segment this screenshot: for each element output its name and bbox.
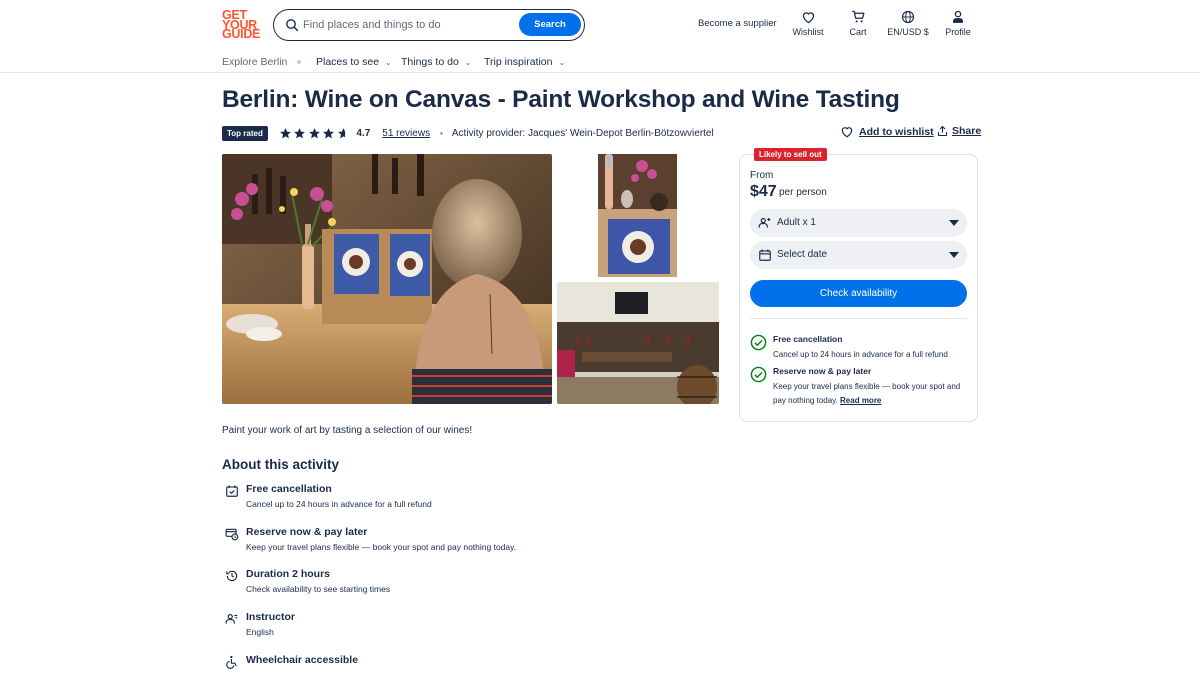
gallery-photo-wine-painting[interactable] [557, 154, 719, 277]
wine-shop-photo [557, 282, 719, 404]
perk-title: Free cancellation [773, 334, 843, 344]
likely-to-sell-out-badge: Likely to sell out [754, 148, 827, 161]
wishlist-label: Wishlist [792, 27, 824, 37]
share-label: Share [952, 125, 982, 137]
become-supplier-link[interactable]: Become a supplier [698, 18, 777, 29]
check-circle-icon [750, 334, 767, 351]
feature-title: Instructor [246, 611, 296, 623]
half-star-icon [337, 127, 345, 138]
search-button[interactable]: Search [519, 13, 581, 36]
site-header: GET YOUR GUIDE Search Become a supplier … [0, 0, 1200, 48]
language-currency-label: EN/USD $ [887, 27, 929, 37]
caret-down-icon [949, 252, 959, 258]
check-circle-icon [750, 366, 767, 383]
top-rated-badge: Top rated [222, 125, 268, 141]
instructor-icon [225, 614, 238, 624]
feature-title: Free cancellation [246, 483, 332, 495]
nav-separator [297, 60, 301, 64]
nav-item-label: Things to do [401, 56, 459, 68]
feature-description: English [246, 627, 274, 637]
share-icon [937, 125, 948, 137]
nav-item-label: Trip inspiration [484, 56, 553, 68]
chevron-down-icon: ⌄ [385, 57, 392, 67]
activity-meta: Top rated 4.7 51 reviews • Activity prov… [222, 124, 714, 142]
explore-berlin-link[interactable]: Explore Berlin [222, 56, 287, 68]
chevron-down-icon: ⌄ [558, 57, 566, 67]
clock-icon [226, 570, 238, 582]
price-value: $47 [750, 183, 777, 200]
gallery-main-photo[interactable] [222, 154, 552, 404]
feature-description: Check availability to see starting times [246, 584, 391, 594]
nav-trip-inspiration[interactable]: Trip inspiration ⌄ [484, 56, 565, 68]
price-from-label: From [750, 170, 774, 181]
activity-provider[interactable]: Activity provider: Jacques' Wein-Depot B… [452, 128, 714, 139]
language-currency-nav[interactable]: EN/USD $ [886, 10, 930, 37]
caret-down-icon [949, 220, 959, 226]
cart-label: Cart [849, 27, 867, 37]
participants-icon [758, 218, 771, 228]
star-icon [308, 127, 320, 138]
nav-things-to-do[interactable]: Things to do ⌄ [401, 56, 472, 68]
perk-description: Keep your travel plans flexible — book y… [773, 380, 968, 408]
card-divider [750, 318, 967, 319]
perk-description: Cancel up to 24 hours in advance for a f… [773, 350, 948, 359]
activity-title: Berlin: Wine on Canvas - Paint Workshop … [222, 86, 900, 113]
logo[interactable]: GET YOUR GUIDE [222, 9, 261, 42]
chevron-down-icon: ⌄ [464, 57, 472, 67]
activity-tagline: Paint your work of art by tasting a sele… [222, 425, 473, 436]
globe-icon [901, 10, 915, 24]
star-icon [279, 127, 291, 138]
search-bar: Search [273, 9, 585, 41]
feature-title: Wheelchair accessible [246, 654, 359, 666]
card-clock-icon [225, 528, 239, 541]
wishlist-nav[interactable]: Wishlist [792, 10, 824, 37]
rating-stars [279, 127, 352, 140]
add-to-wishlist-label: Add to wishlist [859, 125, 934, 138]
nav-item-label: Places to see [316, 56, 380, 68]
cart-icon [851, 10, 864, 23]
painting-workshop-photo [222, 154, 552, 404]
profile-nav[interactable]: Profile [944, 10, 972, 37]
calendar-icon [759, 249, 771, 261]
star-icon [323, 127, 335, 138]
star-icon [294, 127, 306, 138]
wheelchair-icon [226, 655, 237, 669]
price-per-person: per person [779, 187, 827, 198]
cart-nav[interactable]: Cart [846, 10, 870, 37]
heart-icon [841, 127, 853, 138]
reviews-link[interactable]: 51 reviews [382, 128, 430, 139]
feature-title: Duration 2 hours [246, 568, 331, 580]
profile-label: Profile [945, 27, 971, 37]
share-button[interactable]: Share [937, 125, 981, 137]
feature-description: Cancel up to 24 hours in advance for a f… [246, 499, 432, 509]
wine-and-painting-photo [598, 154, 677, 277]
read-more-link[interactable]: Read more [840, 396, 881, 405]
participants-select[interactable]: Adult x 1 [750, 209, 967, 237]
search-input[interactable] [303, 16, 513, 34]
perk-title: Reserve now & pay later [773, 366, 872, 376]
add-to-wishlist-button[interactable]: Add to wishlist [840, 125, 934, 138]
check-availability-button[interactable]: Check availability [750, 280, 967, 307]
date-value: Select date [777, 249, 828, 260]
explore-berlin-label: Explore Berlin [222, 56, 288, 68]
about-heading: About this activity [222, 457, 340, 472]
feature-description: Keep your travel plans flexible — book y… [246, 542, 517, 552]
rating-value: 4.7 [356, 127, 371, 139]
logo-line: GUIDE [222, 27, 261, 42]
nav-places-to-see[interactable]: Places to see ⌄ [316, 56, 392, 68]
heart-icon [802, 12, 814, 24]
search-icon [286, 19, 299, 32]
participants-value: Adult x 1 [777, 217, 816, 228]
calendar-check-icon [226, 485, 238, 497]
date-select[interactable]: Select date [750, 241, 967, 269]
user-icon [953, 10, 963, 23]
gallery-photo-wine-shop[interactable] [557, 282, 719, 404]
feature-title: Reserve now & pay later [246, 526, 368, 538]
sub-navigation: Explore Berlin Places to see ⌄ Things to … [0, 48, 1200, 73]
meta-separator: • [440, 128, 443, 138]
